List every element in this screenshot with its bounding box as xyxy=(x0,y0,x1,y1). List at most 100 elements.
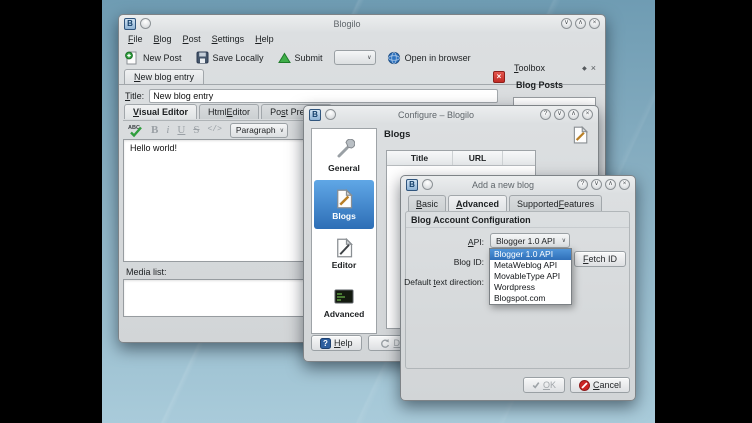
help-button[interactable]: ? Help xyxy=(311,335,362,351)
shade-button[interactable]: ∨ xyxy=(591,179,602,190)
cancel-label: Cancel xyxy=(593,380,621,390)
add-blog-dialog: B Add a new blog ? ∨ ∧ × Basic Advanced … xyxy=(400,175,636,401)
tab-supported-features[interactable]: Supported Features xyxy=(509,195,602,211)
main-titlebar[interactable]: B Blogilo ∨ ∧ × xyxy=(119,15,605,32)
configure-page-title: Blogs xyxy=(384,129,410,140)
fetch-id-button[interactable]: Fetch ID xyxy=(574,251,626,267)
cancel-icon xyxy=(579,380,590,391)
maximize-button[interactable]: ∧ xyxy=(605,179,616,190)
sidebar-item-editor[interactable]: Editor xyxy=(314,229,374,278)
screen: B Blogilo ∨ ∧ × File Blog Post Settings … xyxy=(0,0,752,423)
text-direction-label: Default text direction: xyxy=(404,277,484,287)
menu-help[interactable]: Help xyxy=(255,34,274,44)
bold-button[interactable]: B xyxy=(151,125,158,136)
cancel-button[interactable]: Cancel xyxy=(570,377,630,393)
code-button[interactable]: </> xyxy=(207,126,221,134)
help-button[interactable]: ? xyxy=(540,109,551,120)
dropdown-option[interactable]: Blogger 1.0 API xyxy=(490,249,571,260)
sidebar-item-general[interactable]: General xyxy=(314,131,374,180)
blogilo-app-icon: B xyxy=(309,109,321,121)
svg-text:?: ? xyxy=(323,339,328,348)
save-locally-button[interactable]: Save Locally xyxy=(193,50,267,65)
save-icon xyxy=(196,51,209,64)
add-blog-titlebar[interactable]: B Add a new blog ? ∨ ∧ × xyxy=(401,176,635,193)
underline-button[interactable]: U xyxy=(177,125,185,136)
column-title[interactable]: Title xyxy=(387,151,453,165)
dropdown-option[interactable]: MovableType API xyxy=(490,271,571,282)
float-panel-icon[interactable]: ◆ xyxy=(582,65,587,72)
column-url[interactable]: URL xyxy=(453,151,503,165)
tab-advanced[interactable]: Advanced xyxy=(448,195,507,211)
main-toolbar: New Post Save Locally Submit ∨ xyxy=(122,47,474,68)
close-panel-icon[interactable]: × xyxy=(591,64,596,73)
italic-button[interactable]: i xyxy=(166,125,169,136)
sidebar-item-label: Editor xyxy=(332,260,357,270)
column-empty xyxy=(503,151,535,165)
title-input[interactable]: New blog entry xyxy=(149,89,498,103)
strikethrough-button[interactable]: S xyxy=(193,125,199,136)
shade-button[interactable]: ∨ xyxy=(554,109,565,120)
sidebar-item-blogs[interactable]: Blogs xyxy=(314,180,374,229)
dropdown-option[interactable]: Blogspot.com xyxy=(490,293,571,304)
api-label: API: xyxy=(468,237,484,247)
help-button[interactable]: ? xyxy=(577,179,588,190)
page-pencil-icon xyxy=(334,189,354,209)
tab-visual-editor[interactable]: Visual Editor xyxy=(124,104,197,119)
spellcheck-icon[interactable]: ABC xyxy=(128,123,143,138)
dropdown-option[interactable]: Wordpress xyxy=(490,282,571,293)
add-blog-tabs: Basic Advanced Supported Features xyxy=(408,195,602,212)
title-label: Title: xyxy=(125,91,144,101)
close-tab-icon[interactable]: × xyxy=(493,71,505,83)
configure-title: Configure – Blogilo xyxy=(344,110,528,120)
undo-icon xyxy=(379,338,390,349)
maximize-button[interactable]: ∧ xyxy=(575,18,586,29)
window-menu-button[interactable] xyxy=(325,109,336,120)
dropdown-option[interactable]: MetaWeblog API xyxy=(490,260,571,271)
shade-button[interactable]: ∨ xyxy=(561,18,572,29)
blogs-table-header: Title URL xyxy=(387,151,535,166)
sidebar-item-label: General xyxy=(328,163,360,173)
close-button[interactable]: × xyxy=(619,179,630,190)
help-icon: ? xyxy=(320,338,331,349)
globe-icon xyxy=(387,51,401,65)
window-menu-button[interactable] xyxy=(140,18,151,29)
menu-file[interactable]: File xyxy=(128,34,143,44)
tab-basic[interactable]: Basic xyxy=(408,195,446,211)
close-button[interactable]: × xyxy=(582,109,593,120)
new-post-button[interactable]: New Post xyxy=(122,50,185,66)
chevron-down-icon: ∨ xyxy=(562,237,566,244)
close-button[interactable]: × xyxy=(589,18,600,29)
ok-button[interactable]: OK xyxy=(523,377,565,393)
group-title: Blog Account Configuration xyxy=(406,212,629,228)
toolbox-title: Toolbox xyxy=(514,63,545,73)
tab-new-blog-entry[interactable]: New blog entry xyxy=(124,69,204,84)
page-pencil-icon xyxy=(334,238,354,258)
editor-tabs: Visual Editor Html Editor Post Preview xyxy=(124,104,332,120)
chevron-down-icon: ∨ xyxy=(280,127,284,134)
help-label: Help xyxy=(334,338,353,348)
open-in-browser-label: Open in browser xyxy=(405,53,471,63)
menu-settings[interactable]: Settings xyxy=(212,34,245,44)
open-in-browser-button[interactable]: Open in browser xyxy=(384,50,474,66)
menu-blog[interactable]: Blog xyxy=(154,34,172,44)
check-icon xyxy=(532,380,540,390)
blogilo-app-icon: B xyxy=(124,18,136,30)
add-blog-pencil-icon[interactable] xyxy=(571,126,589,144)
window-menu-button[interactable] xyxy=(422,179,433,190)
ok-label: OK xyxy=(543,380,556,390)
blogilo-app-icon: B xyxy=(406,179,418,191)
blog-selector-combobox[interactable]: ∨ xyxy=(334,50,376,65)
configure-titlebar[interactable]: B Configure – Blogilo ? ∨ ∧ × xyxy=(304,106,598,123)
new-post-icon xyxy=(125,51,139,65)
maximize-button[interactable]: ∧ xyxy=(568,109,579,120)
paragraph-style-combobox[interactable]: Paragraph ∨ xyxy=(230,123,288,138)
api-combobox[interactable]: Blogger 1.0 API ∨ xyxy=(490,233,570,248)
post-title-row: Title: New blog entry xyxy=(125,88,498,104)
blog-posts-label: Blog Posts xyxy=(516,80,599,90)
api-dropdown-list: Blogger 1.0 API MetaWeblog API MovableTy… xyxy=(489,248,572,305)
tab-html-editor[interactable]: Html Editor xyxy=(199,104,259,119)
submit-button[interactable]: Submit xyxy=(275,51,326,65)
menu-post[interactable]: Post xyxy=(183,34,201,44)
configure-sidebar: General Blogs Editor xyxy=(311,128,377,334)
sidebar-item-advanced[interactable]: Advanced xyxy=(314,278,374,327)
